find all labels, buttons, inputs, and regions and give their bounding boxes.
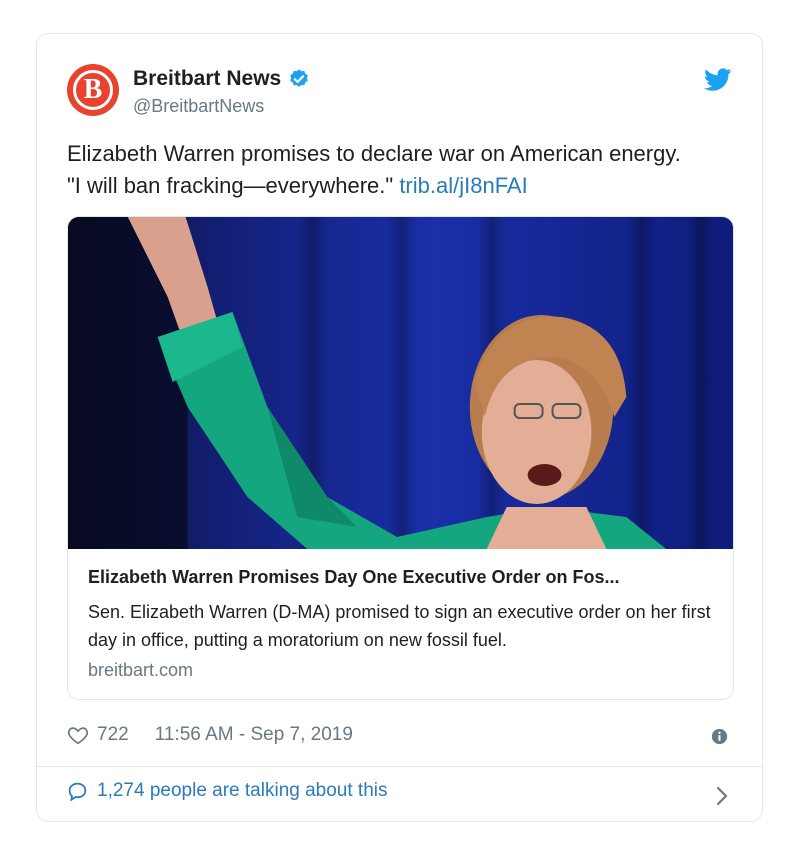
comment-bubble-icon (68, 782, 87, 802)
divider (37, 766, 762, 767)
like-count[interactable]: 722 (97, 724, 129, 746)
link-preview-card[interactable]: Elizabeth Warren Promises Day One Execut… (67, 216, 734, 700)
chevron-right-icon[interactable] (716, 786, 728, 806)
author-name-row[interactable]: Breitbart News (133, 67, 310, 91)
tweet-embed-card: B Breitbart News @BreitbartNews Elizabet… (36, 33, 763, 822)
link-card-description: Sen. Elizabeth Warren (D-MA) promised to… (88, 602, 711, 650)
tweet-link[interactable]: trib.al/jI8nFAI (399, 173, 527, 198)
heart-icon[interactable] (67, 724, 89, 746)
tweet-text-line2: "I will ban fracking—everywhere." (67, 173, 394, 198)
link-card-body: Elizabeth Warren Promises Day One Execut… (68, 549, 733, 681)
twitter-bird-icon[interactable] (704, 68, 732, 92)
info-icon[interactable] (711, 728, 728, 745)
talking-count-label[interactable]: 1,274 people are talking about this (97, 780, 388, 802)
tweet-timestamp[interactable]: 11:56 AM - Sep 7, 2019 (155, 724, 353, 746)
author-display-name[interactable]: Breitbart News (133, 67, 281, 91)
author-handle[interactable]: @BreitbartNews (133, 96, 264, 117)
link-card-domain: breitbart.com (88, 660, 194, 680)
tweet-meta-row: 722 11:56 AM - Sep 7, 2019 (67, 724, 353, 746)
tweet-text-line1: Elizabeth Warren promises to declare war… (67, 141, 681, 166)
tweet-text: Elizabeth Warren promises to declare war… (67, 138, 747, 202)
avatar[interactable]: B (67, 64, 119, 116)
avatar-letter: B (73, 70, 113, 110)
verified-badge-icon (290, 69, 309, 87)
link-card-title[interactable]: Elizabeth Warren Promises Day One Execut… (88, 567, 713, 588)
conversation-link[interactable]: 1,274 people are talking about this (67, 780, 732, 802)
article-photo (68, 217, 733, 549)
